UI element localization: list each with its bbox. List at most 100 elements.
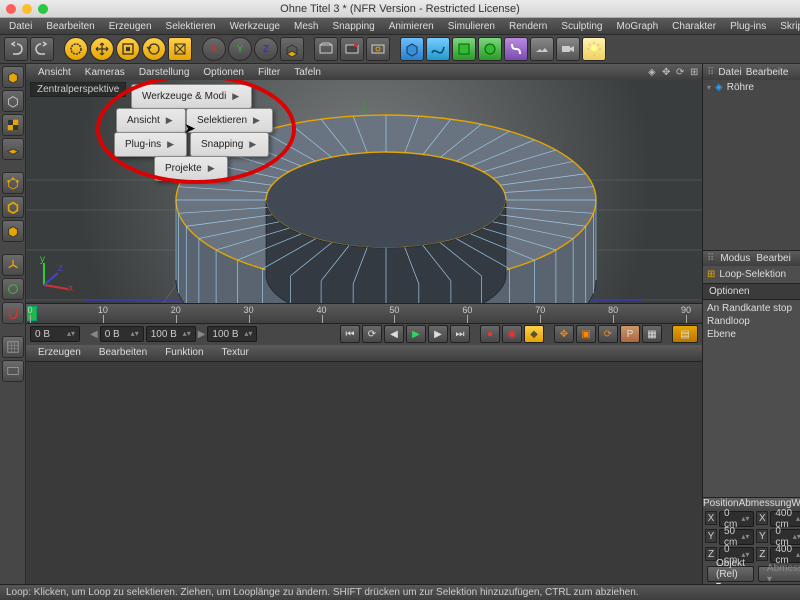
range-start-field[interactable]: 0 B▴▾ (100, 326, 144, 342)
render-view-button[interactable] (314, 37, 338, 61)
prev-frame-button[interactable]: ◀ (384, 325, 404, 343)
menu-datei[interactable]: Datei (4, 20, 37, 33)
redo-button[interactable] (30, 37, 54, 61)
goto-start-button[interactable]: ⏮ (340, 325, 360, 343)
live-select-button[interactable] (64, 37, 88, 61)
generator2-button[interactable] (478, 37, 502, 61)
menu-werkzeuge[interactable]: Werkzeuge (225, 20, 285, 33)
loop-button[interactable]: ⟳ (362, 325, 382, 343)
vtab-ansicht[interactable]: Ansicht (32, 67, 77, 78)
menu-skript[interactable]: Skript (775, 20, 800, 33)
move-button[interactable] (90, 37, 114, 61)
key-pos-button[interactable]: ✥ (554, 325, 574, 343)
camera-button[interactable] (556, 37, 580, 61)
menu-snapping[interactable]: Snapping (327, 20, 379, 33)
object-row-tube[interactable]: ▾ ◈ Röhre (703, 80, 800, 95)
view-nav-4-icon[interactable]: ⊞ (684, 67, 696, 78)
menu-selektieren[interactable]: Selektieren (161, 20, 221, 33)
coord-system-button[interactable] (280, 37, 304, 61)
range-mid-field[interactable]: 100 B▴▾ (146, 326, 196, 342)
render-settings-button[interactable] (366, 37, 390, 61)
key-scale-button[interactable]: ▣ (576, 325, 596, 343)
snap-button[interactable] (2, 302, 24, 324)
goto-end-button[interactable]: ⏭ (450, 325, 470, 343)
menu-plugins[interactable]: Plug-ins (725, 20, 771, 33)
view-nav-1-icon[interactable]: ◈ (642, 67, 654, 78)
menu-mograph[interactable]: MoGraph (611, 20, 663, 33)
timeline[interactable]: 0102030405060708090 (26, 303, 702, 323)
vtab-filter[interactable]: Filter (252, 67, 286, 78)
opt-randkante[interactable]: An Randkante stop (707, 303, 792, 314)
lock-z-button[interactable]: Z (254, 37, 278, 61)
range-end-field[interactable]: 100 B▴▾ (207, 326, 257, 342)
key-rot-button[interactable]: ⟳ (598, 325, 618, 343)
menu-sculpting[interactable]: Sculpting (556, 20, 607, 33)
edge-mode-button[interactable] (2, 196, 24, 218)
vtab-optionen[interactable]: Optionen (197, 67, 250, 78)
vtab-kameras[interactable]: Kameras (79, 67, 131, 78)
key-pla-button[interactable]: ▦ (642, 325, 662, 343)
scale-button[interactable] (116, 37, 140, 61)
rotate-button[interactable] (142, 37, 166, 61)
key-param-button[interactable]: P (620, 325, 640, 343)
keymode-button[interactable]: ▤ (672, 325, 698, 343)
coord-field[interactable]: 0 cm▴▾ (719, 511, 754, 527)
environment-button[interactable] (530, 37, 554, 61)
menu-erzeugen[interactable]: Erzeugen (104, 20, 157, 33)
workplane-mode-button[interactable] (2, 138, 24, 160)
coord-dim-button[interactable]: Abmessung ▾ (758, 566, 800, 582)
render-pv-button[interactable] (340, 37, 364, 61)
play-button[interactable]: ▶ (406, 325, 426, 343)
coord-field[interactable]: 50 cm▴▾ (719, 529, 754, 545)
menu-mesh[interactable]: Mesh (289, 20, 323, 33)
autokey-button[interactable]: ◉ (502, 325, 522, 343)
atab-funktion[interactable]: Funktion (157, 347, 211, 358)
spline-button[interactable] (426, 37, 450, 61)
coord-field[interactable]: 400 cm▴▾ (770, 511, 800, 527)
coord-field[interactable]: 0 cm▴▾ (770, 529, 800, 545)
light-button[interactable] (582, 37, 606, 61)
keyframe-button[interactable]: ◆ (524, 325, 544, 343)
deformer-button[interactable] (504, 37, 528, 61)
axis-mode-button[interactable] (2, 254, 24, 276)
atab-bearbeiten[interactable]: Bearbeiten (91, 347, 155, 358)
coord-field[interactable]: 400 cm▴▾ (770, 547, 800, 563)
viewport[interactable]: Zentralperspektive (26, 80, 702, 303)
rtab-bearbeiten[interactable]: Bearbeite (746, 67, 789, 78)
atab-erzeugen[interactable]: Erzeugen (30, 347, 89, 358)
polygon-mode-button[interactable] (2, 220, 24, 242)
menu-charakter[interactable]: Charakter (667, 20, 721, 33)
atab-modus[interactable]: Modus (720, 253, 750, 264)
atab-textur[interactable]: Textur (214, 347, 257, 358)
locked-workplane-button[interactable] (2, 360, 24, 382)
primitive-button[interactable] (400, 37, 424, 61)
rtab-datei[interactable]: Datei (718, 67, 741, 78)
model-mode-button[interactable] (2, 90, 24, 112)
record-button[interactable]: ● (480, 325, 500, 343)
menu-bearbeiten[interactable]: Bearbeiten (41, 20, 99, 33)
opt-randloop[interactable]: Randloop (707, 316, 750, 327)
texture-mode-button[interactable] (2, 114, 24, 136)
next-frame-button[interactable]: ▶ (428, 325, 448, 343)
vtab-tafeln[interactable]: Tafeln (288, 67, 327, 78)
lock-y-button[interactable]: Y (228, 37, 252, 61)
menu-simulieren[interactable]: Simulieren (443, 20, 500, 33)
lock-x-button[interactable]: X (202, 37, 226, 61)
view-nav-2-icon[interactable]: ✥ (656, 67, 668, 78)
undo-button[interactable] (4, 37, 28, 61)
view-nav-3-icon[interactable]: ⟳ (670, 67, 682, 78)
menu-rendern[interactable]: Rendern (504, 20, 552, 33)
make-editable-button[interactable] (2, 66, 24, 88)
object-name[interactable]: Röhre (727, 82, 754, 93)
workplane-button[interactable] (2, 336, 24, 358)
atab-bearbei[interactable]: Bearbei (756, 253, 790, 264)
last-tool-button[interactable] (168, 37, 192, 61)
disclosure-icon[interactable]: ▾ (707, 83, 711, 92)
point-mode-button[interactable] (2, 172, 24, 194)
menu-animieren[interactable]: Animieren (384, 20, 439, 33)
opt-ebene[interactable]: Ebene (707, 329, 736, 340)
viewport-solo-button[interactable] (2, 278, 24, 300)
coord-mode-button[interactable]: Objekt (Rel) ▾ (707, 566, 754, 582)
frame-start-field[interactable]: 0 B▴▾ (30, 326, 80, 342)
generator-button[interactable] (452, 37, 476, 61)
